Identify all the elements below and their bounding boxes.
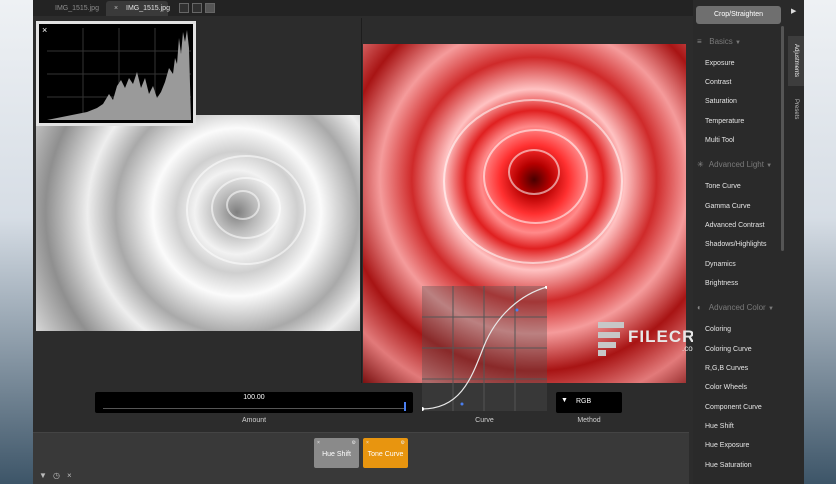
amount-label: Amount xyxy=(241,417,267,424)
right-tab-strip: ▶ Adjustments Presets xyxy=(787,0,804,484)
layer-settings-icon[interactable]: ⚙ xyxy=(401,440,405,446)
curve-point[interactable] xyxy=(545,285,549,289)
adjustment-component-curve[interactable]: Component Curve xyxy=(705,404,762,411)
split-divider[interactable] xyxy=(361,18,362,383)
layer-strip xyxy=(33,432,689,484)
amount-slider[interactable]: 100.00 xyxy=(95,392,413,413)
method-dropdown[interactable]: ▼ RGB xyxy=(556,392,622,413)
method-label: Method xyxy=(577,417,601,424)
expand-panel-icon[interactable]: ▶ xyxy=(791,7,796,15)
adjustment-hue-saturation[interactable]: Hue Saturation xyxy=(705,462,752,469)
collapse-icon[interactable]: ▼ xyxy=(39,471,47,480)
history-icon[interactable]: ◷ xyxy=(53,471,60,480)
tab-image-2[interactable]: × IMG_1515.jpg xyxy=(106,1,170,16)
section-basics[interactable]: ≡ Basics ▼ xyxy=(697,37,741,46)
adjustment-coloring[interactable]: Coloring xyxy=(705,326,731,333)
adjustment-advanced-contrast[interactable]: Advanced Contrast xyxy=(705,222,765,229)
histogram-graph xyxy=(47,28,191,120)
adjustment-multi-tool[interactable]: Multi Tool xyxy=(705,137,734,144)
adjustment-rgb-curves[interactable]: R,G,B Curves xyxy=(705,365,748,372)
original-image-preview[interactable] xyxy=(36,115,360,331)
sidebar-scrollbar[interactable] xyxy=(781,26,784,251)
adjustment-temperature[interactable]: Temperature xyxy=(705,118,744,125)
curve-label: Curve xyxy=(475,417,494,424)
chevron-down-icon: ▼ xyxy=(735,40,741,46)
close-icon[interactable]: × xyxy=(67,471,72,480)
close-tab-icon[interactable]: × xyxy=(114,1,118,16)
watermark-logo xyxy=(598,322,624,356)
slider-thumb[interactable] xyxy=(404,402,406,411)
curve-handle[interactable] xyxy=(515,308,519,312)
app-window: IMG_1515.jpg × IMG_1515.jpg × FILECR .co… xyxy=(33,0,804,484)
layer-label: Tone Curve xyxy=(367,451,404,458)
tab-label: IMG_1515.jpg xyxy=(55,5,99,12)
adjustment-shadows-highlights[interactable]: Shadows/Highlights xyxy=(705,241,766,248)
section-advanced-color[interactable]: ◐ Advanced Color ▼ xyxy=(697,303,774,312)
sliders-icon: ≡ xyxy=(697,37,702,46)
layer-hue-shift[interactable]: × ⚙ Hue Shift xyxy=(314,438,359,468)
sun-icon: ✳ xyxy=(697,160,704,169)
chevron-down-icon: ▼ xyxy=(766,163,773,169)
layer-tone-curve[interactable]: × ⚙ Tone Curve xyxy=(363,438,408,468)
adjustment-saturation[interactable]: Saturation xyxy=(705,98,737,105)
histogram-panel: × xyxy=(36,21,196,126)
amount-value: 100.00 xyxy=(243,394,265,401)
adjustments-sidebar: Crop/Straighten ≡ Basics ▼ Exposure Cont… xyxy=(693,0,787,484)
adjustment-tone-curve[interactable]: Tone Curve xyxy=(705,183,741,190)
tone-curve-editor[interactable] xyxy=(420,285,549,411)
slider-track xyxy=(103,405,405,409)
adjustment-color-wheels[interactable]: Color Wheels xyxy=(705,384,747,391)
adjustment-hue-shift[interactable]: Hue Shift xyxy=(705,423,734,430)
watermark: FILECR .com xyxy=(598,322,708,358)
tab-bar: IMG_1515.jpg × IMG_1515.jpg xyxy=(33,0,693,16)
curve-handle[interactable] xyxy=(460,402,464,406)
adjustment-dynamics[interactable]: Dynamics xyxy=(705,261,736,268)
split-horizontal-view-icon[interactable] xyxy=(192,3,202,13)
petal-shape xyxy=(226,190,260,220)
petal-shape xyxy=(508,149,560,195)
adjustment-brightness[interactable]: Brightness xyxy=(705,280,738,287)
adjustment-hue-exposure[interactable]: Hue Exposure xyxy=(705,442,749,449)
layer-label: Hue Shift xyxy=(322,451,351,458)
adjustment-coloring-curve[interactable]: Coloring Curve xyxy=(705,346,752,353)
curve-point[interactable] xyxy=(420,407,424,411)
tab-label: IMG_1515.jpg xyxy=(126,5,170,12)
tab-image-1[interactable]: IMG_1515.jpg xyxy=(35,1,105,16)
tab-adjustments[interactable]: Adjustments xyxy=(788,36,804,86)
adjustment-exposure[interactable]: Exposure xyxy=(705,60,735,67)
crop-straighten-button[interactable]: Crop/Straighten xyxy=(696,6,781,24)
adjustment-contrast[interactable]: Contrast xyxy=(705,79,731,86)
method-value: RGB xyxy=(576,398,592,405)
adjustment-gamma-curve[interactable]: Gamma Curve xyxy=(705,203,751,210)
single-view-icon[interactable] xyxy=(179,3,189,13)
split-vertical-view-icon[interactable] xyxy=(205,3,215,13)
layer-close-icon[interactable]: × xyxy=(317,440,320,446)
layer-close-icon[interactable]: × xyxy=(366,440,369,446)
color-icon: ◐ xyxy=(697,303,702,312)
section-advanced-light[interactable]: ✳ Advanced Light ▼ xyxy=(697,160,772,169)
tab-presets[interactable]: Presets xyxy=(788,92,804,126)
chevron-down-icon: ▼ xyxy=(767,306,774,312)
curve-graph xyxy=(420,285,549,411)
layer-settings-icon[interactable]: ⚙ xyxy=(352,440,356,446)
chevron-down-icon: ▼ xyxy=(561,397,568,404)
